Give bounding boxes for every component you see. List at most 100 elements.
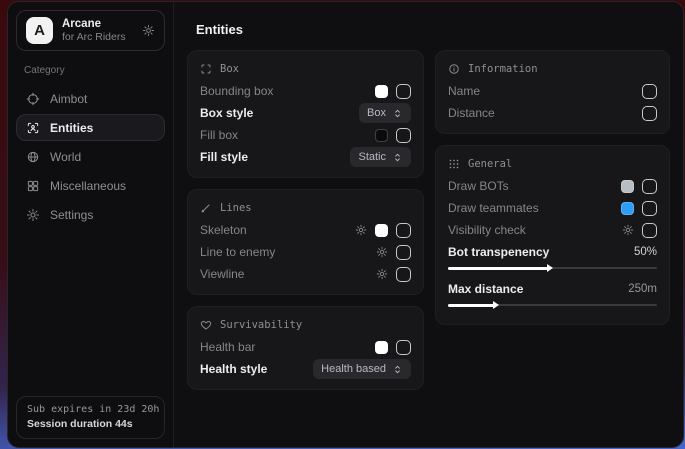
- sidebar-item-miscellaneous[interactable]: Miscellaneous: [16, 172, 165, 199]
- setting-row: Bot transpenency 50%: [448, 241, 657, 263]
- sidebar-item-settings[interactable]: Settings: [16, 201, 165, 228]
- slider-track: [448, 304, 657, 306]
- draw-teammates-checkbox[interactable]: [642, 201, 657, 216]
- color-swatch[interactable]: [621, 180, 634, 193]
- brand-card: A Arcane for Arc Riders: [16, 10, 165, 51]
- slider-value: 50%: [634, 246, 657, 258]
- bot-transparency-slider[interactable]: [448, 263, 657, 273]
- pencil-icon: [200, 202, 212, 214]
- sidebar-item-label: Miscellaneous: [50, 179, 126, 193]
- setting-row: Name: [448, 80, 657, 102]
- setting-label: Name: [448, 84, 480, 98]
- setting-row: Distance: [448, 102, 657, 124]
- slider-fill: [448, 304, 494, 307]
- color-swatch[interactable]: [375, 224, 388, 237]
- name-checkbox[interactable]: [642, 84, 657, 99]
- color-swatch[interactable]: [621, 202, 634, 215]
- information-section: Information Name Distance: [435, 50, 670, 134]
- survivability-section: Survivability Health bar Health style He…: [187, 306, 424, 390]
- globe-icon: [26, 150, 40, 164]
- sidebar-item-entities[interactable]: Entities: [16, 114, 165, 141]
- app-name: Arcane: [62, 18, 126, 30]
- setting-row: Line to enemy: [200, 241, 411, 263]
- setting-label: Bot transpenency: [448, 245, 549, 259]
- draw-bots-checkbox[interactable]: [642, 179, 657, 194]
- dropdown-value: Static: [358, 151, 386, 163]
- setting-label: Draw BOTs: [448, 179, 509, 193]
- app-logo: A: [26, 17, 53, 44]
- subscription-info-card: Sub expires in 23d 20h Session duration …: [16, 396, 165, 439]
- setting-label: Skeleton: [200, 223, 247, 237]
- session-duration-text: Session duration 44s: [27, 418, 154, 430]
- setting-label: Box style: [200, 106, 253, 120]
- health-bar-checkbox[interactable]: [396, 340, 411, 355]
- setting-label: Health style: [200, 362, 267, 376]
- setting-label: Draw teammates: [448, 201, 539, 215]
- gear-icon[interactable]: [142, 24, 155, 37]
- setting-row: Max distance 250m: [448, 278, 657, 300]
- sidebar-item-world[interactable]: World: [16, 143, 165, 170]
- setting-row: Health bar: [200, 336, 411, 358]
- health-style-dropdown[interactable]: Health based: [313, 359, 411, 379]
- setting-label: Fill style: [200, 150, 248, 164]
- viewline-checkbox[interactable]: [396, 267, 411, 282]
- box-section: Box Bounding box Box style Box: [187, 50, 424, 178]
- chevrons-up-down-icon: [392, 152, 403, 163]
- setting-row: Bounding box: [200, 80, 411, 102]
- setting-label: Max distance: [448, 282, 523, 296]
- layout-grid-icon: [26, 179, 40, 193]
- gear-icon[interactable]: [622, 224, 634, 236]
- gear-icon[interactable]: [376, 268, 388, 280]
- info-icon: [448, 63, 460, 75]
- fill-style-dropdown[interactable]: Static: [350, 147, 411, 167]
- setting-label: Distance: [448, 106, 495, 120]
- setting-row: Fill style Static: [200, 146, 411, 168]
- visibility-check-checkbox[interactable]: [642, 223, 657, 238]
- distance-checkbox[interactable]: [642, 106, 657, 121]
- sidebar-item-label: Entities: [50, 121, 93, 135]
- setting-row: Box style Box: [200, 102, 411, 124]
- sidebar-item-label: Settings: [50, 208, 93, 222]
- grid-dots-icon: [448, 158, 460, 170]
- slider-track: [448, 267, 657, 269]
- sidebar-item-label: Aimbot: [50, 92, 87, 106]
- bounding-box-checkbox[interactable]: [396, 84, 411, 99]
- dropdown-value: Box: [367, 107, 386, 119]
- setting-row: Health style Health based: [200, 358, 411, 380]
- slider-fill: [448, 267, 548, 270]
- section-title: Lines: [220, 202, 252, 214]
- color-swatch[interactable]: [375, 341, 388, 354]
- setting-row: Viewline: [200, 263, 411, 285]
- line-to-enemy-checkbox[interactable]: [396, 245, 411, 260]
- setting-label: Health bar: [200, 340, 255, 354]
- setting-row: Visibility check: [448, 219, 657, 241]
- slider-value: 250m: [628, 283, 657, 295]
- setting-row: Draw teammates: [448, 197, 657, 219]
- fill-box-checkbox[interactable]: [396, 128, 411, 143]
- gear-icon[interactable]: [355, 224, 367, 236]
- setting-row: Skeleton: [200, 219, 411, 241]
- section-title: Box: [220, 63, 239, 75]
- sidebar-item-aimbot[interactable]: Aimbot: [16, 85, 165, 112]
- max-distance-slider[interactable]: [448, 300, 657, 310]
- slider-thumb[interactable]: [493, 301, 499, 309]
- entities-icon: [26, 121, 40, 135]
- skeleton-checkbox[interactable]: [396, 223, 411, 238]
- slider-thumb[interactable]: [547, 264, 553, 272]
- setting-label: Bounding box: [200, 84, 273, 98]
- setting-label: Viewline: [200, 267, 244, 281]
- category-label: Category: [24, 65, 157, 76]
- color-swatch[interactable]: [375, 129, 388, 142]
- setting-label: Line to enemy: [200, 245, 275, 259]
- box-corners-icon: [200, 63, 212, 75]
- app-window: A Arcane for Arc Riders Category Aimbot …: [7, 1, 684, 448]
- section-title: General: [468, 158, 512, 170]
- gear-icon[interactable]: [376, 246, 388, 258]
- gear-icon: [26, 208, 40, 222]
- app-subtitle: for Arc Riders: [62, 31, 126, 43]
- chevrons-up-down-icon: [392, 108, 403, 119]
- color-swatch[interactable]: [375, 85, 388, 98]
- sidebar: A Arcane for Arc Riders Category Aimbot …: [8, 2, 174, 447]
- lines-section: Lines Skeleton Line to enemy: [187, 189, 424, 295]
- box-style-dropdown[interactable]: Box: [359, 103, 411, 123]
